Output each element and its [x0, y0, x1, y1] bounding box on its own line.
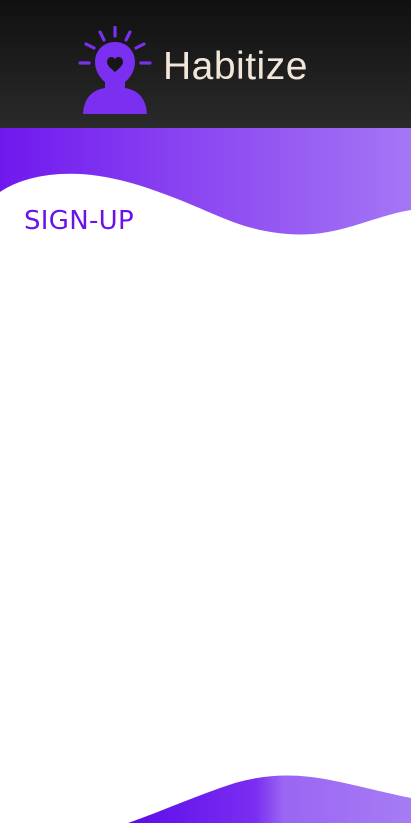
signup-screen: Habitize SIGN-UP: [0, 0, 411, 823]
app-header: Habitize: [0, 0, 411, 128]
bottom-wave-decoration: [128, 775, 411, 823]
page-title: SIGN-UP: [24, 206, 134, 236]
app-title: Habitize: [163, 45, 308, 88]
head-with-heart-icon: [78, 26, 152, 114]
signup-form-area: [0, 250, 411, 760]
